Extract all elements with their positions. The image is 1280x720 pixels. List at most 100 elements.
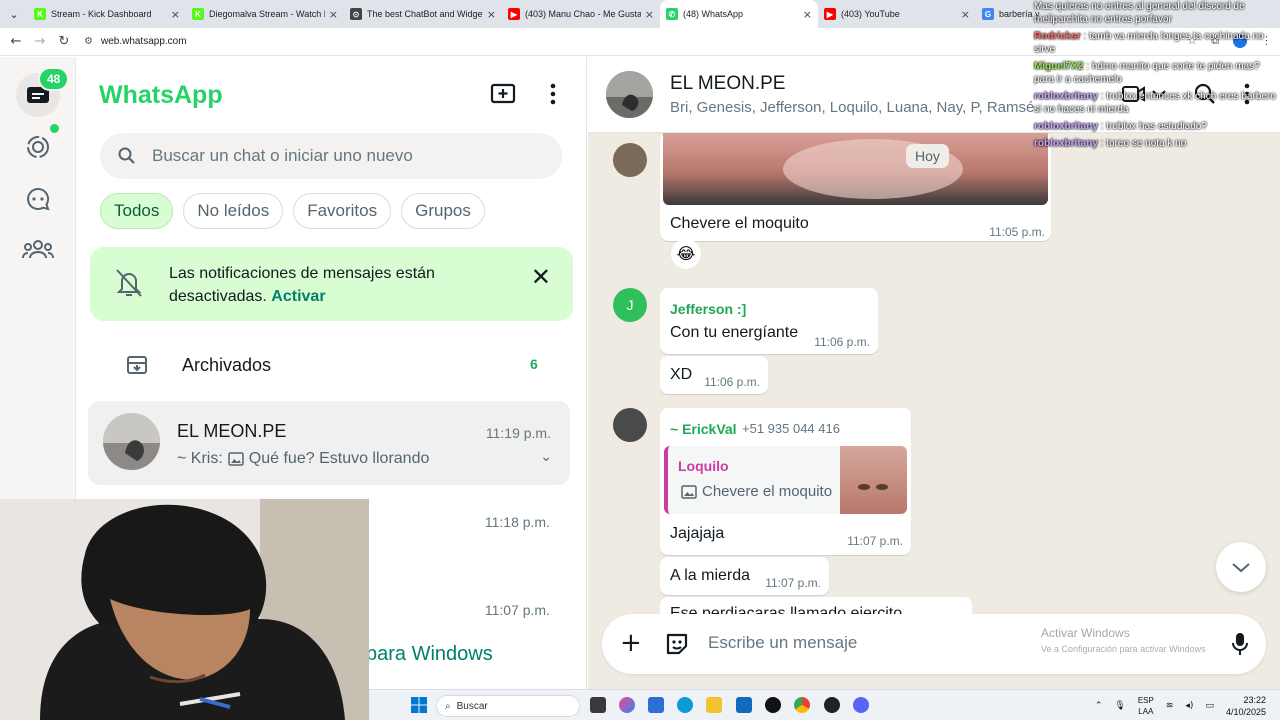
chat-list-item[interactable]: EL MEON.PE 11:19 p.m. ~ Kris: Qué fue? E…: [88, 401, 570, 485]
unread-badge: 48: [38, 67, 70, 91]
windows-start-icon[interactable]: [411, 697, 427, 713]
chrome-icon[interactable]: [794, 697, 810, 713]
close-icon[interactable]: ✕: [531, 263, 551, 291]
image-icon: [228, 452, 244, 466]
message-text: Jajajaja: [670, 525, 725, 542]
url-text: web.whatsapp.com: [100, 36, 187, 47]
status-new-dot: [50, 124, 59, 133]
app-title: WhatsApp: [99, 81, 223, 109]
browser-tab[interactable]: ✆ (48) WhatsApp ×: [660, 0, 818, 28]
forward-icon[interactable]: →: [28, 34, 52, 49]
activate-notifications-link[interactable]: Activar: [271, 288, 325, 305]
file-explorer-icon[interactable]: [706, 697, 722, 713]
stream-chat-line: robloxbritany : troblox entonces xk chch…: [1034, 90, 1280, 116]
activate-windows-title: Activar Windows: [1041, 626, 1130, 640]
sticker-icon[interactable]: [664, 631, 690, 657]
message-sender[interactable]: Jefferson :]: [670, 301, 746, 317]
attach-plus-icon[interactable]: +: [620, 628, 642, 658]
site-info-icon[interactable]: ⚙: [84, 36, 93, 47]
url-field[interactable]: ⚙ web.whatsapp.com: [84, 36, 187, 47]
bell-off-icon: [116, 269, 142, 297]
stream-chat-separator: :: [1097, 121, 1107, 132]
thumbnail-detail: [858, 484, 870, 490]
taskbar-search[interactable]: ⌕ Buscar: [436, 695, 580, 717]
message-input-placeholder[interactable]: Escribe un mensaje: [708, 633, 857, 653]
tab-title: (48) WhatsApp: [683, 9, 744, 19]
tab-favicon-icon: ▶: [508, 8, 520, 20]
tab-favicon-icon: K: [34, 8, 46, 20]
sender-avatar[interactable]: J: [613, 288, 647, 322]
outlook-icon[interactable]: [736, 697, 752, 713]
group-avatar: [606, 71, 653, 118]
store-icon[interactable]: [648, 697, 664, 713]
tab-close-icon[interactable]: ×: [329, 8, 338, 21]
reload-icon[interactable]: ↻: [52, 34, 76, 49]
quoted-text: Chevere el moquito: [702, 483, 833, 500]
discord-icon[interactable]: [853, 697, 869, 713]
obs-icon[interactable]: [824, 697, 840, 713]
tab-title: Stream - Kick Dashboard: [51, 9, 152, 19]
group-name: EL MEON.PE: [670, 73, 786, 94]
taskbar-clock[interactable]: 23:22 4/10/2025: [1226, 694, 1266, 718]
new-chat-icon[interactable]: [490, 83, 516, 105]
lang-secondary: LAA: [1138, 707, 1154, 716]
wifi-icon[interactable]: ≋: [1166, 701, 1174, 711]
tiktok-icon[interactable]: [765, 697, 781, 713]
tab-close-icon[interactable]: ×: [487, 8, 496, 21]
edge-icon[interactable]: [677, 697, 693, 713]
tab-close-icon[interactable]: ×: [803, 8, 812, 21]
filter-groups[interactable]: Grupos: [401, 193, 485, 229]
screen: ⌄ K Stream - Kick Dashboard × K Diegomalva S…: [0, 0, 1280, 720]
browser-tab[interactable]: ▶ (403) Manu Chao - Me Gustas Tú ×: [502, 0, 660, 28]
archived-count: 6: [530, 356, 538, 372]
microphone-tray-icon[interactable]: 🎙: [1114, 701, 1125, 711]
chevron-down-icon: [1232, 562, 1250, 572]
taskbar-search-label: Buscar: [456, 700, 488, 712]
chevron-down-icon[interactable]: ⌄: [540, 449, 552, 465]
back-icon[interactable]: ←: [4, 34, 28, 49]
message-sender[interactable]: ~ ErickVal: [670, 421, 737, 437]
menu-icon[interactable]: [550, 83, 556, 105]
tab-close-icon[interactable]: ×: [171, 8, 180, 21]
copilot-icon[interactable]: [619, 697, 635, 713]
quoted-message[interactable]: Loquilo Chevere el moquito: [664, 446, 907, 514]
filter-favorites[interactable]: Favoritos: [293, 193, 392, 229]
stream-chat-separator: :: [1080, 31, 1090, 42]
tray-chevron-up-icon[interactable]: ⌃: [1095, 701, 1103, 711]
message-bubble: A la mierda 11:07 p.m.: [660, 557, 829, 595]
channels-nav-button[interactable]: [16, 177, 60, 221]
sender-avatar[interactable]: [613, 143, 647, 177]
tab-close-icon[interactable]: ×: [961, 8, 970, 21]
communities-nav-button[interactable]: [16, 227, 60, 271]
image-icon: [681, 484, 697, 499]
tab-search-chevron-icon[interactable]: ⌄: [0, 8, 28, 21]
filter-unread[interactable]: No leídos: [183, 193, 284, 229]
message-reaction[interactable]: 😂: [671, 239, 701, 269]
notifications-text: Las notificaciones de mensajes están des…: [169, 262, 509, 308]
windows-app-promo[interactable]: para Windows: [366, 643, 493, 666]
browser-tab[interactable]: K Diegomalva Stream - Watch Live ×: [186, 0, 344, 28]
scroll-down-button[interactable]: [1216, 542, 1266, 592]
stream-chat-line: Mas quieras no entres al general del dis…: [1034, 0, 1280, 26]
filter-all[interactable]: Todos: [100, 193, 174, 229]
message-bubble: XD 11:06 p.m.: [660, 356, 768, 394]
browser-tab[interactable]: ⊙ The best ChatBot and Widgets ×: [344, 0, 502, 28]
microphone-icon[interactable]: [1232, 632, 1248, 656]
stream-chat-line: robloxbritany : toreo se nota k no: [1034, 137, 1280, 150]
browser-tab[interactable]: K Stream - Kick Dashboard ×: [28, 0, 186, 28]
browser-tab[interactable]: ▶ (403) YouTube ×: [818, 0, 976, 28]
message-image[interactable]: [663, 133, 1048, 205]
battery-icon[interactable]: ▭: [1205, 701, 1214, 711]
stream-chat-overlay: Mas quieras no entres al general del dis…: [1034, 0, 1280, 175]
quoted-author: Loquilo: [678, 458, 729, 474]
chat-time: 11:19 p.m.: [485, 425, 551, 441]
volume-icon[interactable]: ◂): [1185, 701, 1193, 711]
search-input[interactable]: Buscar un chat o iniciar uno nuevo: [100, 133, 562, 179]
tab-close-icon[interactable]: ×: [645, 8, 654, 21]
task-view-icon[interactable]: [590, 697, 606, 713]
thumbnail-detail: [876, 484, 888, 490]
quoted-text-row: Chevere el moquito: [681, 483, 832, 500]
archived-row[interactable]: Archivados 6: [76, 337, 587, 393]
input-language[interactable]: ESP LAA: [1138, 695, 1154, 717]
sender-avatar[interactable]: [613, 408, 647, 442]
